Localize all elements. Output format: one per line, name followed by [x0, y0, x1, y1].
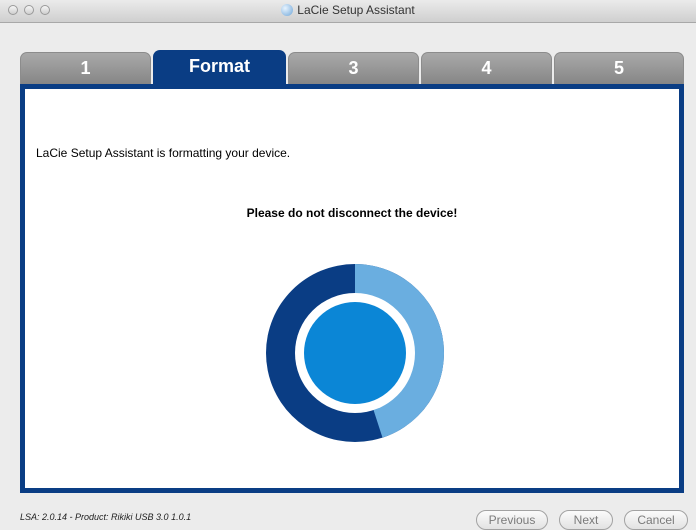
status-message: LaCie Setup Assistant is formatting your…	[36, 146, 291, 160]
version-info: LSA: 2.0.14 - Product: Rikiki USB 3.0 1.…	[20, 512, 192, 522]
previous-button[interactable]: Previous	[476, 510, 548, 530]
tab-step-4[interactable]: 4	[421, 52, 552, 84]
step-tabs: 1 Format 3 4 5	[20, 50, 684, 84]
lacie-app-icon	[281, 4, 294, 16]
progress-ring	[266, 264, 444, 442]
tab-step-3[interactable]: 3	[288, 52, 419, 84]
title-bar: LaCie Setup Assistant	[0, 0, 696, 23]
window-title-wrap: LaCie Setup Assistant	[0, 3, 696, 17]
tab-format[interactable]: Format	[153, 50, 286, 84]
tab-step-1[interactable]: 1	[20, 52, 151, 84]
next-button[interactable]: Next	[559, 510, 613, 530]
progress-ring-center	[304, 302, 406, 404]
disconnect-warning: Please do not disconnect the device!	[246, 206, 458, 220]
window-title: LaCie Setup Assistant	[297, 3, 415, 17]
cancel-button[interactable]: Cancel	[624, 510, 688, 530]
format-panel: LaCie Setup Assistant is formatting your…	[20, 84, 684, 493]
tab-step-5[interactable]: 5	[554, 52, 684, 84]
